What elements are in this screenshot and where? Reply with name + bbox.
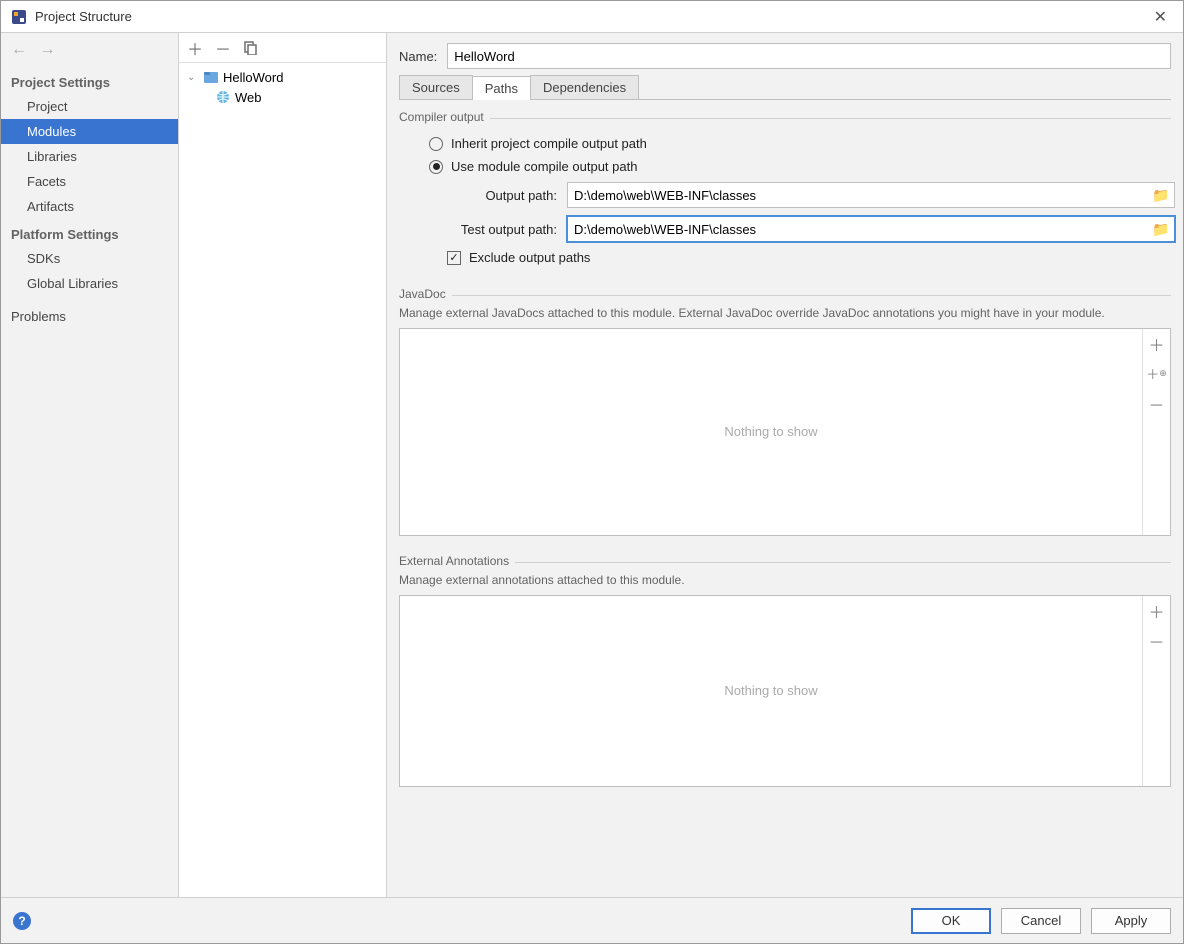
- back-icon[interactable]: ←: [11, 41, 27, 58]
- name-row: Name:: [399, 43, 1171, 69]
- sidebar-item-problems[interactable]: Problems: [1, 304, 178, 329]
- radio-inherit[interactable]: Inherit project compile output path: [399, 132, 1171, 155]
- section-platform-settings: Platform Settings: [1, 219, 178, 246]
- radio-usemodule[interactable]: Use module compile output path: [399, 155, 1171, 178]
- javadoc-legend: JavaDoc: [399, 287, 452, 301]
- annotations-group: External Annotations Manage external ann…: [399, 558, 1171, 787]
- name-input[interactable]: [447, 43, 1171, 69]
- sidebar-item-artifacts[interactable]: Artifacts: [1, 194, 178, 219]
- add-icon[interactable]: ＋: [1143, 596, 1170, 626]
- remove-icon[interactable]: －: [1143, 389, 1170, 419]
- content-area: ← → Project Settings Project Modules Lib…: [1, 33, 1183, 897]
- cancel-button[interactable]: Cancel: [1001, 908, 1081, 934]
- test-output-path-label: Test output path:: [429, 222, 557, 237]
- name-label: Name:: [399, 49, 437, 64]
- javadoc-side-buttons: ＋ ＋⊕ －: [1142, 329, 1170, 535]
- sidebar-item-libraries[interactable]: Libraries: [1, 144, 178, 169]
- add-icon[interactable]: ＋: [1143, 329, 1170, 359]
- copy-icon[interactable]: [243, 41, 257, 55]
- tabs: Sources Paths Dependencies: [399, 75, 1171, 100]
- annotations-listbox: Nothing to show ＋ －: [399, 595, 1171, 787]
- tree-node-web-label: Web: [235, 90, 262, 105]
- javadoc-desc: Manage external JavaDocs attached to thi…: [399, 303, 1171, 326]
- test-output-path-row: Test output path: 📁: [399, 212, 1171, 246]
- annotations-legend: External Annotations: [399, 554, 515, 568]
- annotations-empty: Nothing to show: [400, 596, 1142, 786]
- forward-icon[interactable]: →: [39, 41, 55, 58]
- exclude-output-row[interactable]: ✓ Exclude output paths: [399, 246, 1171, 269]
- ok-button[interactable]: OK: [911, 908, 991, 934]
- app-icon: [11, 9, 27, 25]
- footer: ? OK Cancel Apply: [1, 897, 1183, 943]
- radio-icon: [429, 137, 443, 151]
- help-icon[interactable]: ?: [13, 912, 31, 930]
- titlebar: Project Structure ✕: [1, 1, 1183, 33]
- module-tree-panel: ＋ － ⌄ HelloWord Web: [179, 33, 387, 897]
- output-path-label: Output path:: [429, 188, 557, 203]
- radio-icon-selected: [429, 160, 443, 174]
- editor-panel: Name: Sources Paths Dependencies Compile…: [387, 33, 1183, 897]
- add-url-icon[interactable]: ＋⊕: [1143, 359, 1170, 389]
- tab-paths[interactable]: Paths: [472, 76, 531, 100]
- annotations-side-buttons: ＋ －: [1142, 596, 1170, 786]
- tree-toolbar: ＋ －: [179, 33, 386, 63]
- tree-node-root[interactable]: ⌄ HelloWord: [179, 67, 386, 87]
- output-path-input[interactable]: [567, 182, 1175, 208]
- section-project-settings: Project Settings: [1, 67, 178, 94]
- nav-arrows: ← →: [1, 33, 178, 67]
- remove-icon[interactable]: －: [215, 36, 231, 60]
- sidebar: ← → Project Settings Project Modules Lib…: [1, 33, 179, 897]
- sidebar-item-project[interactable]: Project: [1, 94, 178, 119]
- compiler-output-group: Compiler output Inherit project compile …: [399, 114, 1171, 269]
- checkbox-icon: ✓: [447, 251, 461, 265]
- window-title: Project Structure: [35, 9, 1148, 24]
- sidebar-item-facets[interactable]: Facets: [1, 169, 178, 194]
- remove-icon[interactable]: －: [1143, 626, 1170, 656]
- annotations-desc: Manage external annotations attached to …: [399, 570, 1171, 593]
- compiler-output-legend: Compiler output: [399, 110, 490, 124]
- tab-dependencies[interactable]: Dependencies: [530, 75, 639, 99]
- tab-sources[interactable]: Sources: [399, 75, 473, 99]
- web-icon: [215, 89, 231, 105]
- sidebar-item-modules[interactable]: Modules: [1, 119, 178, 144]
- javadoc-listbox: Nothing to show ＋ ＋⊕ －: [399, 328, 1171, 536]
- javadoc-group: JavaDoc Manage external JavaDocs attache…: [399, 291, 1171, 536]
- add-icon[interactable]: ＋: [187, 36, 203, 60]
- apply-button[interactable]: Apply: [1091, 908, 1171, 934]
- output-path-row: Output path: 📁: [399, 178, 1171, 212]
- javadoc-empty: Nothing to show: [400, 329, 1142, 535]
- close-icon[interactable]: ✕: [1148, 7, 1173, 27]
- test-output-path-input[interactable]: [567, 216, 1175, 242]
- module-icon: [203, 69, 219, 85]
- chevron-down-icon[interactable]: ⌄: [187, 72, 199, 83]
- exclude-output-label: Exclude output paths: [469, 250, 590, 265]
- tree-node-web[interactable]: Web: [179, 87, 386, 107]
- sidebar-item-global-libraries[interactable]: Global Libraries: [1, 271, 178, 296]
- tree-node-root-label: HelloWord: [223, 70, 283, 85]
- module-tree: ⌄ HelloWord Web: [179, 63, 386, 111]
- sidebar-item-sdks[interactable]: SDKs: [1, 246, 178, 271]
- radio-usemodule-label: Use module compile output path: [451, 159, 637, 174]
- radio-inherit-label: Inherit project compile output path: [451, 136, 647, 151]
